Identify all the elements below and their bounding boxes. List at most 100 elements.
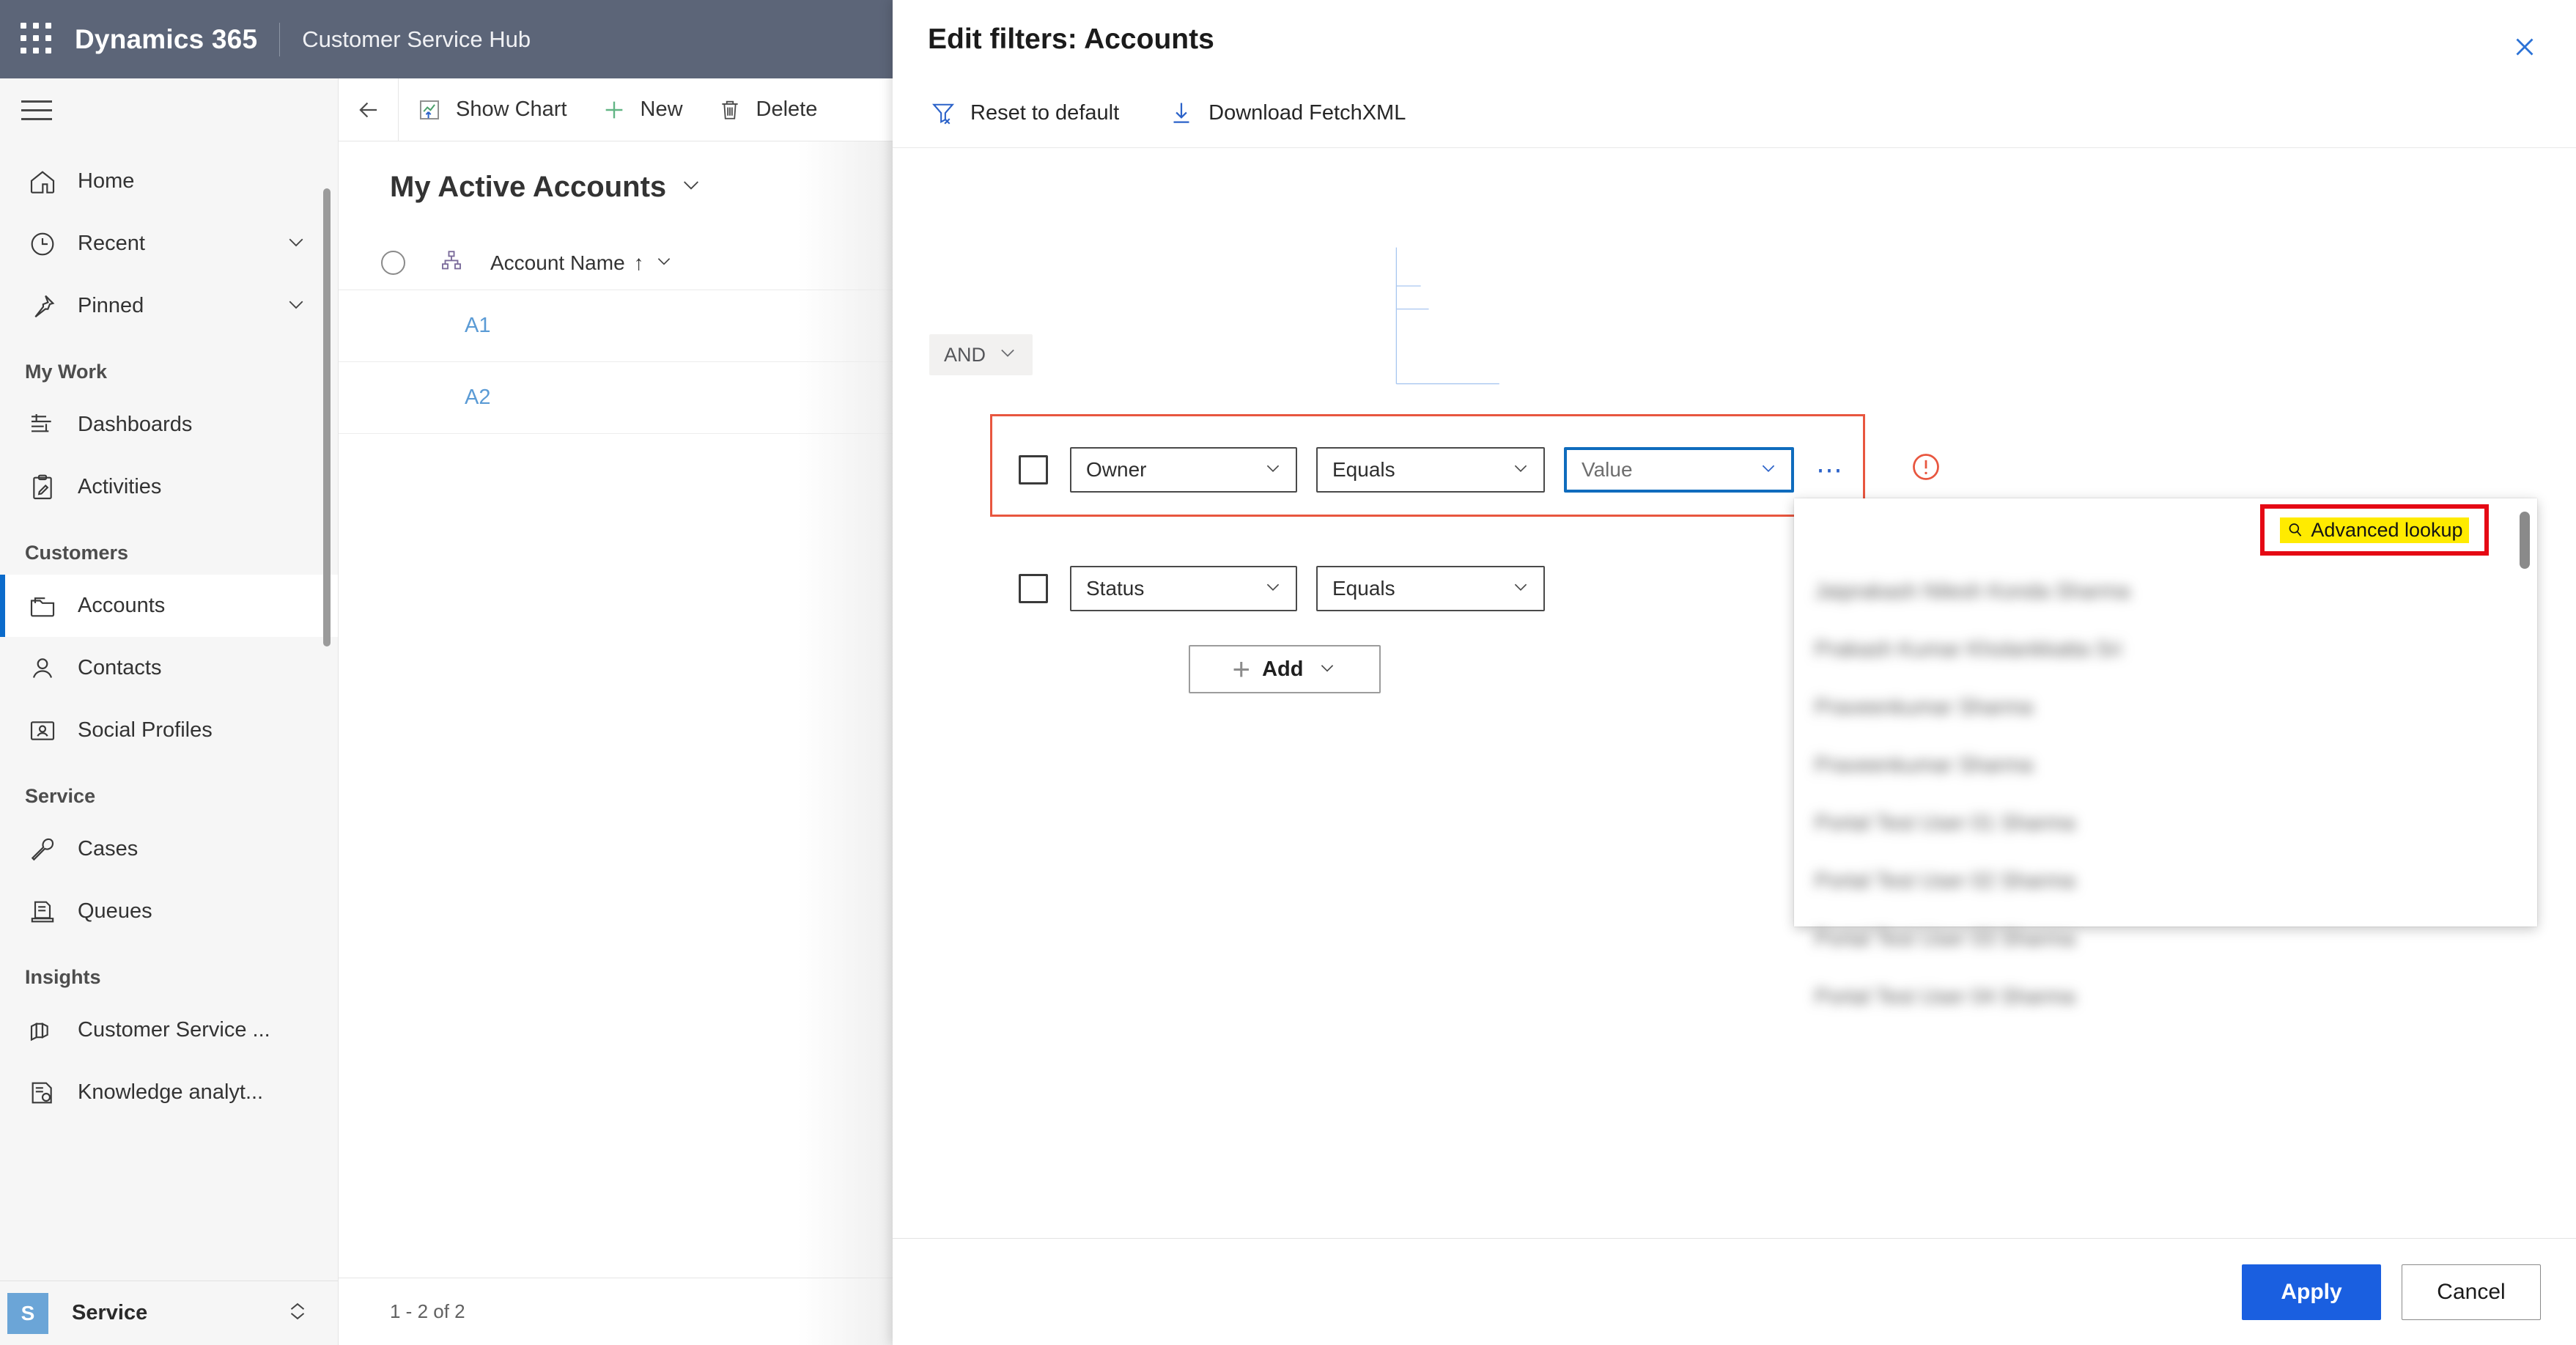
- filter-value-select[interactable]: Value: [1564, 447, 1794, 493]
- sidebar-group-service: Service Cases Queues: [0, 770, 338, 943]
- new-button[interactable]: New: [583, 78, 699, 141]
- list-item[interactable]: Portal Test User 04 Sharma: [1794, 968, 2537, 1026]
- close-icon[interactable]: [2504, 26, 2545, 67]
- filter-row-checkbox[interactable]: [1019, 574, 1048, 603]
- sidebar-item-label: Social Profiles: [78, 718, 213, 742]
- lookup-dropdown-popup: Advanced lookup Jaiprakash Nilesh Konda …: [1794, 498, 2537, 1009]
- sidebar-group-customers: Customers Accounts Contacts Social Profi…: [0, 527, 338, 762]
- command-bar: Show Chart New Delete: [339, 78, 893, 141]
- knowledge-icon: [25, 1075, 60, 1110]
- activities-icon: [25, 470, 60, 505]
- view-selector[interactable]: My Active Accounts: [339, 141, 893, 204]
- sidebar-group-header: Insights: [25, 966, 101, 988]
- error-circle-icon[interactable]: [1910, 451, 1942, 487]
- top-brand-bar: Dynamics 365 Customer Service Hub: [0, 0, 893, 78]
- list-item[interactable]: Portal Test User 02 Sharma: [1794, 852, 2537, 910]
- sidebar-item-accounts[interactable]: Accounts: [0, 575, 338, 637]
- sidebar-scrollbar[interactable]: [323, 188, 331, 646]
- delete-button[interactable]: Delete: [699, 78, 834, 141]
- plus-icon: [599, 95, 629, 125]
- download-fetchxml-button[interactable]: Download FetchXML: [1156, 78, 1417, 148]
- table-row[interactable]: A2: [339, 362, 893, 434]
- dialog-body: AND Owner Equals Value ⋯ Status Equals +…: [893, 148, 2576, 1245]
- chevron-down-icon[interactable]: [679, 173, 703, 200]
- account-name-link[interactable]: A1: [465, 314, 490, 338]
- sidebar-app-switcher[interactable]: S Service: [0, 1280, 338, 1345]
- sidebar-item-label: Customer Service ...: [78, 1018, 270, 1042]
- app-launcher-icon[interactable]: [21, 22, 54, 56]
- column-label: Account Name: [490, 251, 625, 274]
- dashboard-icon: [25, 408, 60, 443]
- sidebar-item-queues[interactable]: Queues: [0, 880, 338, 943]
- list-item[interactable]: Portal Test User 03 Sharma: [1794, 910, 2537, 968]
- lookup-dropdown-header: Advanced lookup: [1794, 498, 2537, 569]
- filter-operator-select[interactable]: Equals: [1316, 447, 1545, 493]
- hamburger-menu-icon[interactable]: [0, 78, 73, 141]
- filter-field-select[interactable]: Owner: [1070, 447, 1297, 493]
- chevron-down-icon[interactable]: [285, 293, 307, 319]
- dialog-footer: Apply Cancel: [893, 1238, 2576, 1345]
- select-all-circle-icon[interactable]: [381, 251, 405, 275]
- cancel-button[interactable]: Cancel: [2402, 1264, 2541, 1320]
- add-filter-button[interactable]: + Add: [1189, 645, 1381, 693]
- filter-field-value: Owner: [1086, 458, 1147, 481]
- app-switcher-label: Service: [72, 1301, 148, 1324]
- filter-operator-select[interactable]: Equals: [1316, 566, 1545, 611]
- trash-icon: [715, 95, 745, 125]
- account-name-link[interactable]: A2: [465, 386, 490, 410]
- chevron-down-icon: [1263, 459, 1283, 482]
- command-label: Download FetchXML: [1208, 100, 1406, 125]
- sidebar-item-pinned[interactable]: Pinned: [0, 275, 338, 337]
- sidebar-item-customer-service-insights[interactable]: Customer Service ...: [0, 999, 338, 1061]
- ellipsis-icon[interactable]: ⋯: [1816, 457, 1845, 483]
- dialog-command-bar: Reset to default Download FetchXML: [893, 78, 2576, 148]
- download-icon: [1167, 99, 1195, 127]
- brand-divider: [279, 22, 281, 56]
- column-header-account-name[interactable]: Account Name ↑: [490, 251, 673, 275]
- list-item-label: Prakash Kumar Kholankkatta Sri: [1815, 638, 2122, 661]
- sidebar-item-label: Home: [78, 169, 135, 193]
- apply-button[interactable]: Apply: [2242, 1264, 2381, 1320]
- list-item[interactable]: Prakash Kumar Kholankkatta Sri: [1794, 621, 2537, 679]
- page-title: Edit filters: Accounts: [928, 23, 1214, 55]
- advanced-lookup-button[interactable]: Advanced lookup: [2280, 517, 2469, 543]
- chevron-down-icon[interactable]: [654, 251, 673, 274]
- list-item[interactable]: Portal Test User 01 Sharma: [1794, 795, 2537, 852]
- sidebar-group-header: My Work: [25, 361, 108, 383]
- filter-row-checkbox[interactable]: [1019, 455, 1048, 484]
- chart-insights-icon: [25, 1013, 60, 1048]
- table-row[interactable]: A1: [339, 290, 893, 362]
- chevron-down-icon: [1511, 459, 1530, 482]
- filter-field-select[interactable]: Status: [1070, 566, 1297, 611]
- sidebar-group-my-work: My Work Dashboards Activities: [0, 346, 338, 518]
- sidebar-group-header: Customers: [25, 542, 129, 564]
- hierarchy-icon: [439, 248, 464, 277]
- up-down-chevron-icon[interactable]: [285, 1299, 310, 1327]
- sidebar-item-knowledge-analytics[interactable]: Knowledge analyt...: [0, 1061, 338, 1124]
- command-label: Delete: [756, 97, 818, 121]
- list-item[interactable]: Praveenkumar Sharma: [1794, 737, 2537, 795]
- back-arrow-icon[interactable]: [339, 78, 399, 141]
- reset-to-default-button[interactable]: Reset to default: [918, 78, 1131, 148]
- list-item[interactable]: Jaiprakash Nilesh Konda Sharma: [1794, 563, 2537, 621]
- sidebar-group-header: Service: [25, 785, 96, 807]
- sidebar-item-dashboards[interactable]: Dashboards: [0, 394, 338, 456]
- show-chart-button[interactable]: Show Chart: [399, 78, 583, 141]
- chevron-down-icon: [1759, 459, 1778, 482]
- sidebar-item-recent[interactable]: Recent: [0, 213, 338, 275]
- filter-tree-connectors: [1395, 247, 1499, 385]
- chevron-down-icon[interactable]: [285, 231, 307, 257]
- list-item[interactable]: Praveenkumar Sharma: [1794, 679, 2537, 737]
- avatar: S: [7, 1292, 48, 1334]
- app-root: Dynamics 365 Customer Service Hub Home R…: [0, 0, 2576, 1345]
- sidebar-item-label: Pinned: [78, 294, 144, 317]
- sidebar-item-activities[interactable]: Activities: [0, 456, 338, 518]
- vertical-scrollbar[interactable]: [2520, 512, 2530, 569]
- accounts-grid: My Active Accounts Account Name ↑ A1 A2 …: [339, 141, 893, 1345]
- sidebar-item-cases[interactable]: Cases: [0, 818, 338, 880]
- command-label: New: [640, 97, 683, 121]
- filter-row: Owner Equals Value ⋯: [1019, 447, 1845, 493]
- sidebar-item-contacts[interactable]: Contacts: [0, 637, 338, 699]
- sidebar-item-home[interactable]: Home: [0, 150, 338, 213]
- sidebar-item-social-profiles[interactable]: Social Profiles: [0, 699, 338, 762]
